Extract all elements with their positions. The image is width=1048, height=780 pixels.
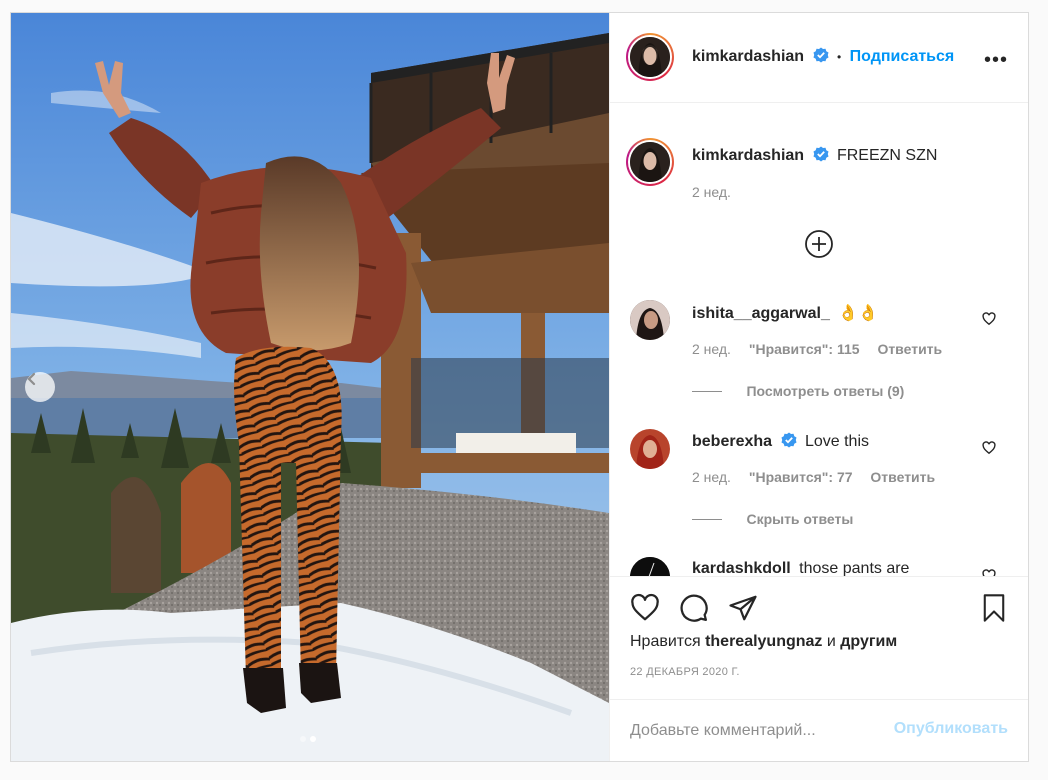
- plus-circle-icon: [805, 230, 833, 258]
- comment-time[interactable]: 2 нед.: [692, 469, 731, 485]
- add-comment-bar: Опубликовать: [610, 699, 1028, 761]
- reply-button[interactable]: Ответить: [870, 469, 935, 485]
- comment-text: Love this: [804, 433, 869, 450]
- comment-input[interactable]: [630, 718, 880, 744]
- commenter-avatar[interactable]: [630, 557, 670, 576]
- likes-conjunction: и: [826, 633, 836, 650]
- avatar-image: [630, 37, 670, 77]
- commenter-username[interactable]: kardashkdoll: [692, 560, 791, 576]
- replies-divider: [692, 391, 722, 393]
- heart-icon: [631, 593, 659, 621]
- commenter-avatar[interactable]: [630, 300, 670, 340]
- post-actions: Нравится therealyungnaz и другим 22 ДЕКА…: [610, 576, 1028, 699]
- comment-time[interactable]: 2 нед.: [692, 341, 731, 357]
- like-button[interactable]: [630, 593, 660, 628]
- post-card: kimkardashian • Подписаться ••• kimkarda…: [10, 12, 1029, 762]
- comment-likes[interactable]: "Нравится": 77: [749, 469, 853, 485]
- like-comment-button[interactable]: [982, 441, 996, 460]
- likes-summary: Нравится therealyungnaz и другим: [630, 633, 897, 651]
- carousel-dot-active: [310, 736, 316, 742]
- carousel-indicator: [300, 736, 316, 742]
- post-sidebar: kimkardashian • Подписаться ••• kimkarda…: [609, 13, 1028, 761]
- chevron-left-icon: [27, 372, 36, 386]
- comment-likes[interactable]: "Нравится": 115: [749, 341, 860, 357]
- avatar-image: [630, 557, 670, 576]
- comment-button[interactable]: [679, 593, 709, 628]
- paper-plane-icon: [729, 595, 757, 621]
- heart-outline-icon: [982, 441, 996, 455]
- bookmark-icon: [983, 594, 1005, 622]
- load-more-comments-button[interactable]: [804, 229, 834, 264]
- follow-button[interactable]: Подписаться: [850, 48, 955, 65]
- view-replies-toggle[interactable]: Посмотреть ответы (9): [692, 383, 904, 401]
- caption-username[interactable]: kimkardashian: [692, 147, 804, 164]
- author-avatar[interactable]: [626, 33, 674, 81]
- comment-bubble-icon: [680, 594, 708, 622]
- caption-avatar[interactable]: [626, 138, 674, 186]
- likes-user[interactable]: therealyungnaz: [705, 633, 822, 650]
- post-header: kimkardashian • Подписаться •••: [610, 13, 1028, 103]
- avatar-image: [630, 429, 670, 469]
- caption-text: FREEZN SZN: [836, 147, 938, 164]
- like-comment-button[interactable]: [982, 569, 996, 576]
- verified-badge-icon: [781, 432, 796, 448]
- avatar-image: [630, 300, 670, 340]
- heart-outline-icon: [982, 312, 996, 326]
- heart-outline-icon: [982, 569, 996, 576]
- comment-text: those pants are: [799, 560, 910, 576]
- commenter-username[interactable]: beberexha: [692, 433, 772, 450]
- reply-button[interactable]: Ответить: [877, 341, 942, 357]
- verified-badge-icon: [813, 146, 829, 162]
- like-comment-button[interactable]: [982, 312, 996, 331]
- share-button[interactable]: [728, 593, 758, 628]
- commenter-username[interactable]: ishita__aggarwal_: [692, 305, 830, 322]
- likes-prefix: Нравится: [630, 633, 701, 650]
- save-button[interactable]: [980, 593, 1008, 628]
- verified-badge-icon: [813, 47, 829, 63]
- replies-divider: [692, 519, 722, 521]
- more-options-button[interactable]: •••: [984, 49, 1008, 72]
- carousel-prev-button[interactable]: [25, 372, 55, 402]
- avatar-image: [630, 142, 670, 182]
- comment-text: 👌👌: [838, 305, 879, 322]
- author-username[interactable]: kimkardashian: [692, 48, 804, 65]
- post-date[interactable]: 22 ДЕКАБРЯ 2020 Г.: [630, 666, 740, 678]
- post-photo[interactable]: [11, 13, 609, 761]
- commenter-avatar[interactable]: [630, 429, 670, 469]
- carousel-dot: [300, 736, 306, 742]
- likes-others[interactable]: другим: [840, 633, 897, 650]
- publish-button[interactable]: Опубликовать: [894, 720, 1008, 738]
- header-separator: •: [836, 50, 842, 64]
- hide-replies-toggle[interactable]: Скрыть ответы: [692, 511, 853, 529]
- replies-toggle-label: Посмотреть ответы (9): [746, 383, 905, 399]
- photo-illustration: [11, 13, 609, 761]
- replies-toggle-label: Скрыть ответы: [746, 511, 854, 527]
- comments-list: kimkardashian FREEZN SZN 2 нед. ishita__…: [610, 104, 1028, 576]
- caption-time[interactable]: 2 нед.: [692, 184, 731, 200]
